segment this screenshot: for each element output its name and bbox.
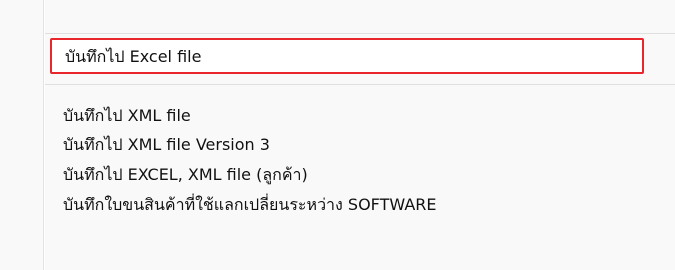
menu-item-save-xml-v3[interactable]: บันทึกไป XML file Version 3 — [50, 129, 670, 161]
context-menu: บันทึกไป Excel file บันทึกไป XML file บั… — [0, 0, 675, 270]
menu-separator — [45, 84, 675, 85]
menu-item-save-declaration-software[interactable]: บันทึกใบขนสินค้าที่ใช้แลกเปลี่ยนระหว่าง … — [50, 189, 670, 221]
menu-item-save-excel[interactable]: บันทึกไป Excel file — [50, 38, 644, 74]
menu-gutter-highlight — [44, 0, 45, 270]
menu-item-save-xml[interactable]: บันทึกไป XML file — [50, 100, 670, 132]
menu-separator-top — [45, 33, 675, 34]
menu-item-save-excel-xml-customer[interactable]: บันทึกไป EXCEL, XML file (ลูกค้า) — [50, 159, 670, 191]
